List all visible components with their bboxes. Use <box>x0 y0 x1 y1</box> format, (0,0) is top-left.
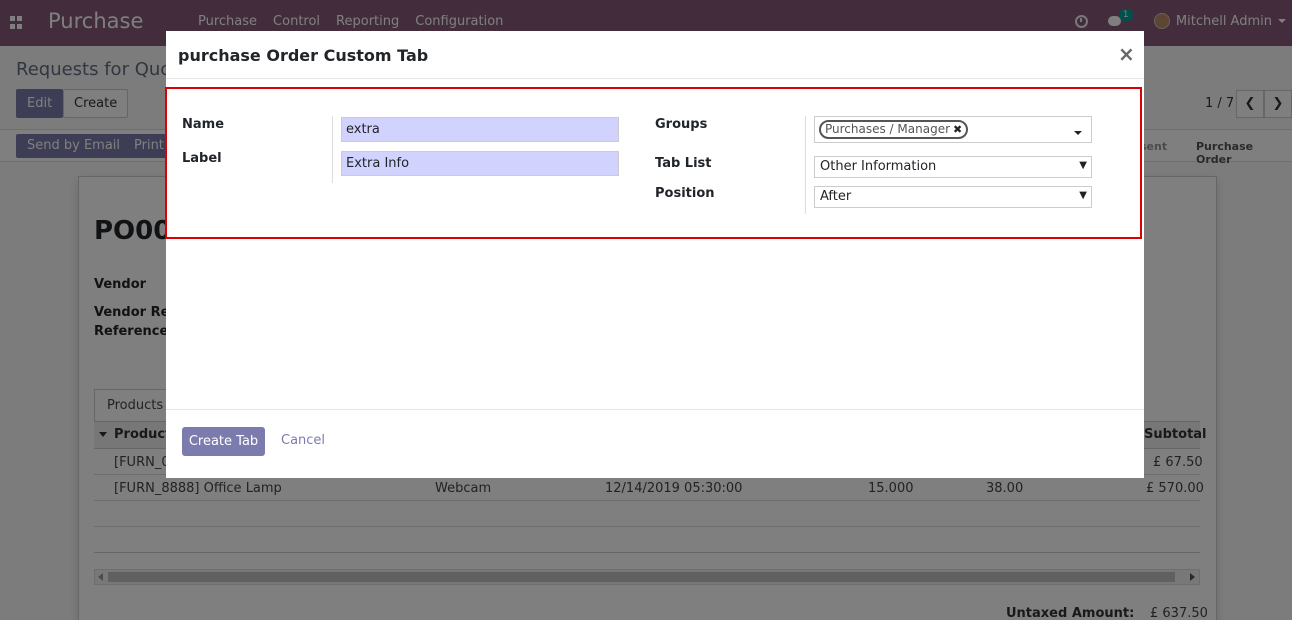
name-input[interactable] <box>341 117 619 142</box>
tab-list-value: Other Information <box>820 159 937 174</box>
dialog-footer: Create Tab Cancel <box>166 409 1144 478</box>
position-value: After <box>820 189 852 204</box>
tab-list-label: Tab List <box>655 156 712 171</box>
dropdown-caret-icon[interactable] <box>1074 131 1082 135</box>
tab-list-select[interactable]: Other Information ▼ <box>814 156 1092 178</box>
custom-tab-dialog: purchase Order Custom Tab × Name Label G… <box>165 31 1144 478</box>
groups-label: Groups <box>655 117 708 132</box>
chevron-down-icon: ▼ <box>1079 160 1087 171</box>
group-tag: Purchases / Manager ✖ <box>819 120 969 139</box>
cancel-button[interactable]: Cancel <box>281 433 325 448</box>
chevron-down-icon: ▼ <box>1079 190 1087 201</box>
name-label: Name <box>182 117 225 132</box>
position-select[interactable]: After ▼ <box>814 186 1092 208</box>
close-icon[interactable]: × <box>1118 42 1135 66</box>
label-label: Label <box>182 151 222 166</box>
groups-many2many-field[interactable]: Purchases / Manager ✖ <box>814 116 1092 143</box>
position-label: Position <box>655 186 715 201</box>
dialog-header: purchase Order Custom Tab × <box>166 31 1144 79</box>
divider <box>332 116 333 183</box>
label-input[interactable] <box>341 151 619 176</box>
remove-tag-icon[interactable]: ✖ <box>953 123 962 136</box>
divider <box>805 116 806 214</box>
group-tag-label: Purchases / Manager <box>825 122 951 136</box>
dialog-title: purchase Order Custom Tab <box>178 46 429 65</box>
create-tab-button[interactable]: Create Tab <box>182 427 265 456</box>
